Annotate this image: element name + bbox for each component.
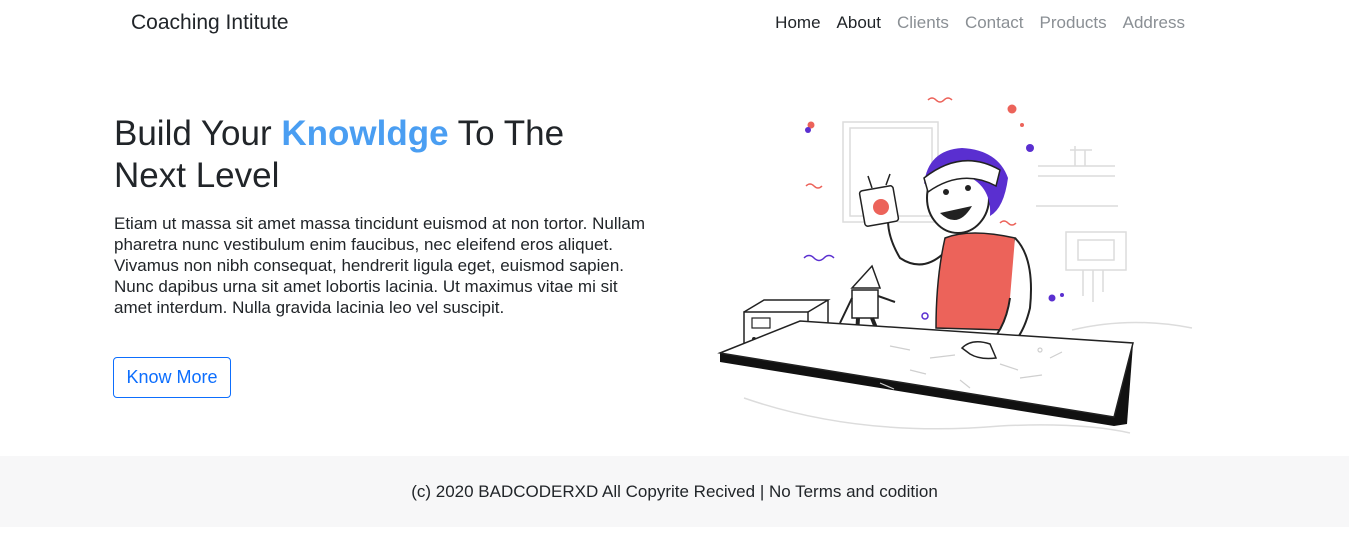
hero-description: Etiam ut massa sit amet massa tincidunt … — [114, 214, 646, 317]
nav-home[interactable]: Home — [767, 13, 828, 33]
footer: (c) 2020 BADCODERXD All Copyrite Recived… — [0, 456, 1349, 527]
nav-contact[interactable]: Contact — [957, 13, 1032, 33]
hero-illustration — [717, 97, 1193, 434]
hero-title-part1: Build Your — [114, 114, 282, 153]
nav-clients[interactable]: Clients — [889, 13, 957, 33]
footer-text: (c) 2020 BADCODERXD All Copyrite Recived… — [411, 482, 938, 501]
nav-address[interactable]: Address — [1115, 13, 1193, 33]
nav-links: Home About Clients Contact Products Addr… — [767, 13, 1193, 33]
hero-title-highlight: Knowldge — [281, 114, 449, 153]
nav-products[interactable]: Products — [1032, 13, 1115, 33]
nav-about[interactable]: About — [829, 13, 889, 33]
hero-title: Build Your Knowldge To The Next Level — [114, 113, 634, 197]
brand-link[interactable]: Coaching Intitute — [131, 11, 289, 35]
navbar: Coaching Intitute Home About Clients Con… — [0, 0, 1349, 48]
know-more-button[interactable]: Know More — [113, 357, 231, 398]
